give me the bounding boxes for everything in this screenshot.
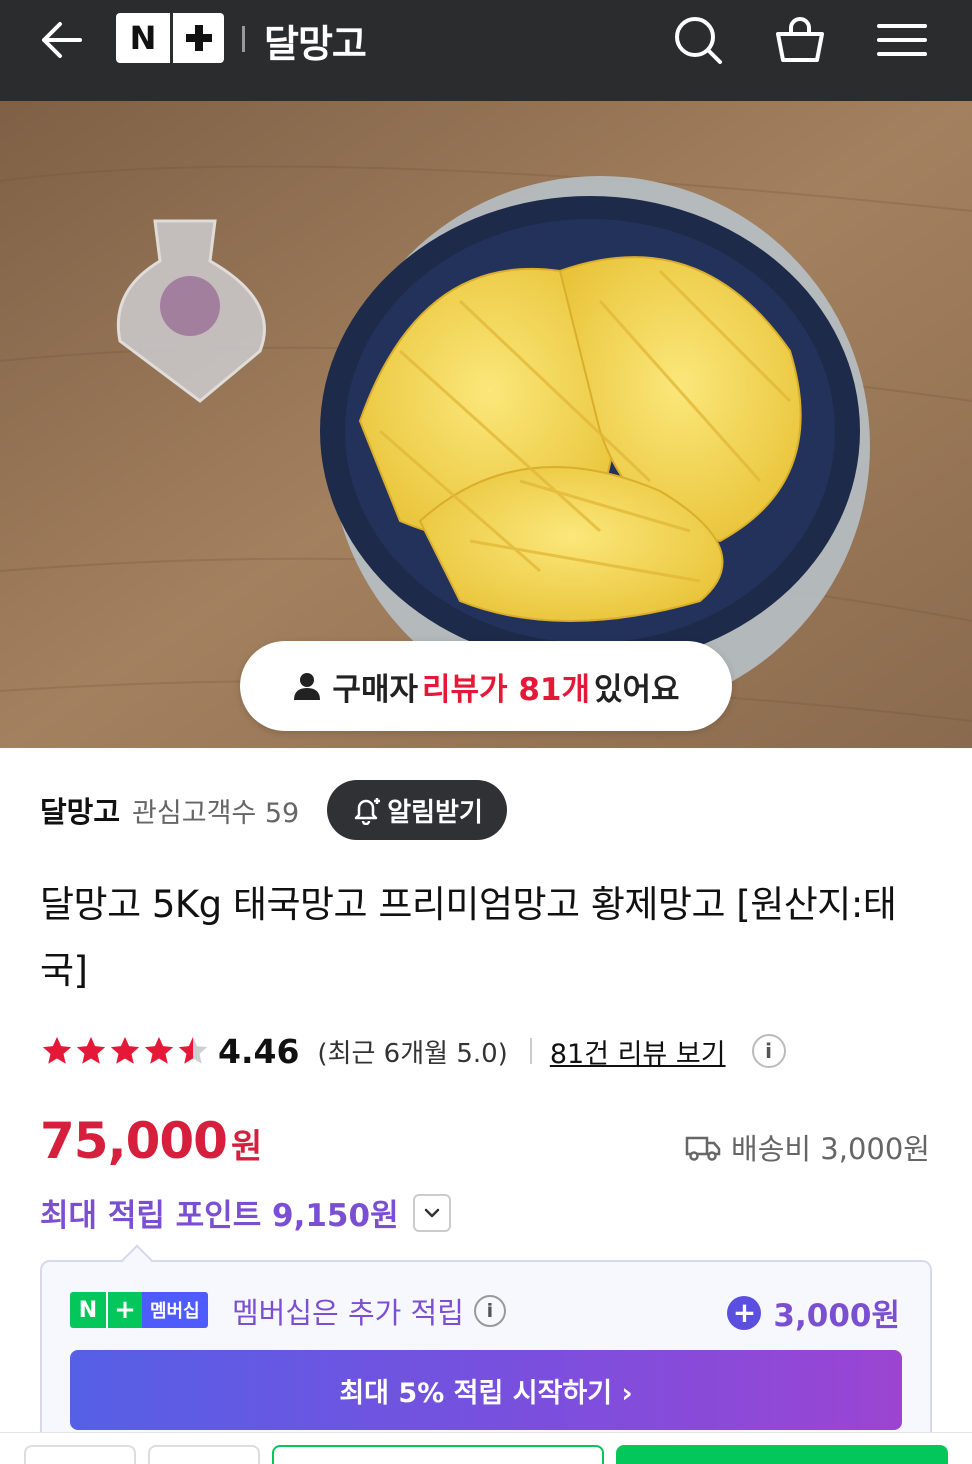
- panel-pointer: [121, 1244, 153, 1276]
- points-label: 최대 적립 포인트 9,150원: [40, 1198, 399, 1234]
- plus-circle-icon: +: [727, 1295, 762, 1330]
- max-points: 최대 적립 포인트 9,150원: [40, 1190, 451, 1235]
- price-currency: 원: [230, 1127, 263, 1167]
- points-expand-button[interactable]: [412, 1193, 451, 1232]
- start-membership-button[interactable]: 최대 5% 적립 시작하기 ›: [70, 1350, 902, 1430]
- membership-desc: 멤버십은 추가 적립: [232, 1296, 464, 1330]
- truck-icon: [685, 1136, 721, 1161]
- logo-letter: N: [129, 19, 157, 57]
- review-count-pill[interactable]: 구매자 리뷰가 81개 있어요: [240, 641, 732, 731]
- star-icon: [144, 1036, 174, 1064]
- info-icon[interactable]: i: [751, 1034, 786, 1068]
- shopping-bag-icon: [776, 17, 824, 62]
- review-link[interactable]: 81건 리뷰 보기: [550, 1032, 726, 1071]
- store-title[interactable]: 달망고: [264, 13, 367, 68]
- naver-plus-logo[interactable]: N: [116, 13, 224, 63]
- membership-text: 멤버십은 추가 적립 i: [232, 1290, 506, 1332]
- membership-badge: N + 멤버십: [70, 1292, 208, 1328]
- review-pill-suffix: 있어요: [594, 671, 680, 708]
- cart-button[interactable]: [772, 12, 828, 68]
- star-rating: [40, 1034, 210, 1068]
- store-name[interactable]: 달망고: [40, 789, 120, 831]
- badge-n: N: [70, 1292, 106, 1328]
- shipping-fee: 배송비 3,000원: [685, 1126, 930, 1168]
- rating-value: 4.46: [218, 1031, 300, 1071]
- half-star-icon: [178, 1036, 208, 1064]
- plus-icon: [170, 13, 224, 63]
- star-icon: [76, 1036, 106, 1064]
- shipping-label: 배송비 3,000원: [731, 1132, 930, 1166]
- chevron-down-icon: [424, 1208, 439, 1217]
- product-title: 달망고 5Kg 태국망고 프리미엄망고 황제망고 [원산지:태국]: [40, 883, 897, 992]
- search-icon: [675, 17, 722, 64]
- header-divider: [242, 26, 245, 52]
- badge-label: 멤버십: [142, 1292, 208, 1328]
- bell-plus-icon: [354, 798, 381, 825]
- star-icon: [110, 1036, 140, 1064]
- menu-icon: [877, 24, 927, 56]
- membership-amount: + 3,000원: [727, 1290, 900, 1335]
- notify-label: 알림받기: [387, 797, 483, 828]
- search-button[interactable]: [670, 12, 726, 68]
- back-button[interactable]: [36, 18, 86, 62]
- rating-row: 4.46 (최근 6개월 5.0) 81건 리뷰 보기 i: [40, 1028, 786, 1074]
- fan-count: 관심고객수 59: [132, 797, 300, 829]
- person-icon: [294, 673, 321, 700]
- price-amount: 75,000: [40, 1112, 228, 1170]
- recent-rating: (최근 6개월 5.0): [317, 1038, 508, 1069]
- buy-button[interactable]: [616, 1445, 948, 1464]
- store-info-row: 달망고 관심고객수 59 알림받기: [40, 780, 507, 840]
- info-icon[interactable]: i: [473, 1295, 506, 1327]
- top-app-bar: N 달망고: [0, 0, 972, 101]
- bottom-button[interactable]: [148, 1445, 260, 1464]
- bottom-button[interactable]: [272, 1445, 604, 1464]
- review-pill-highlight: 리뷰가 81개: [421, 671, 590, 708]
- price: 75,000 원: [40, 1112, 262, 1170]
- arrow-left-icon: [42, 22, 82, 58]
- menu-button[interactable]: [874, 12, 930, 68]
- membership-panel: N + 멤버십 멤버십은 추가 적립 i + 3,000원 최대 5% 적립 시…: [40, 1244, 932, 1460]
- rating-divider: [529, 1038, 532, 1064]
- bottom-button[interactable]: [24, 1445, 136, 1464]
- bottom-action-bar: [0, 1432, 972, 1464]
- notify-button[interactable]: 알림받기: [327, 780, 507, 840]
- membership-amount-value: 3,000원: [773, 1298, 900, 1334]
- badge-plus: +: [106, 1292, 142, 1328]
- star-icon: [42, 1036, 72, 1064]
- review-pill-prefix: 구매자: [332, 671, 418, 708]
